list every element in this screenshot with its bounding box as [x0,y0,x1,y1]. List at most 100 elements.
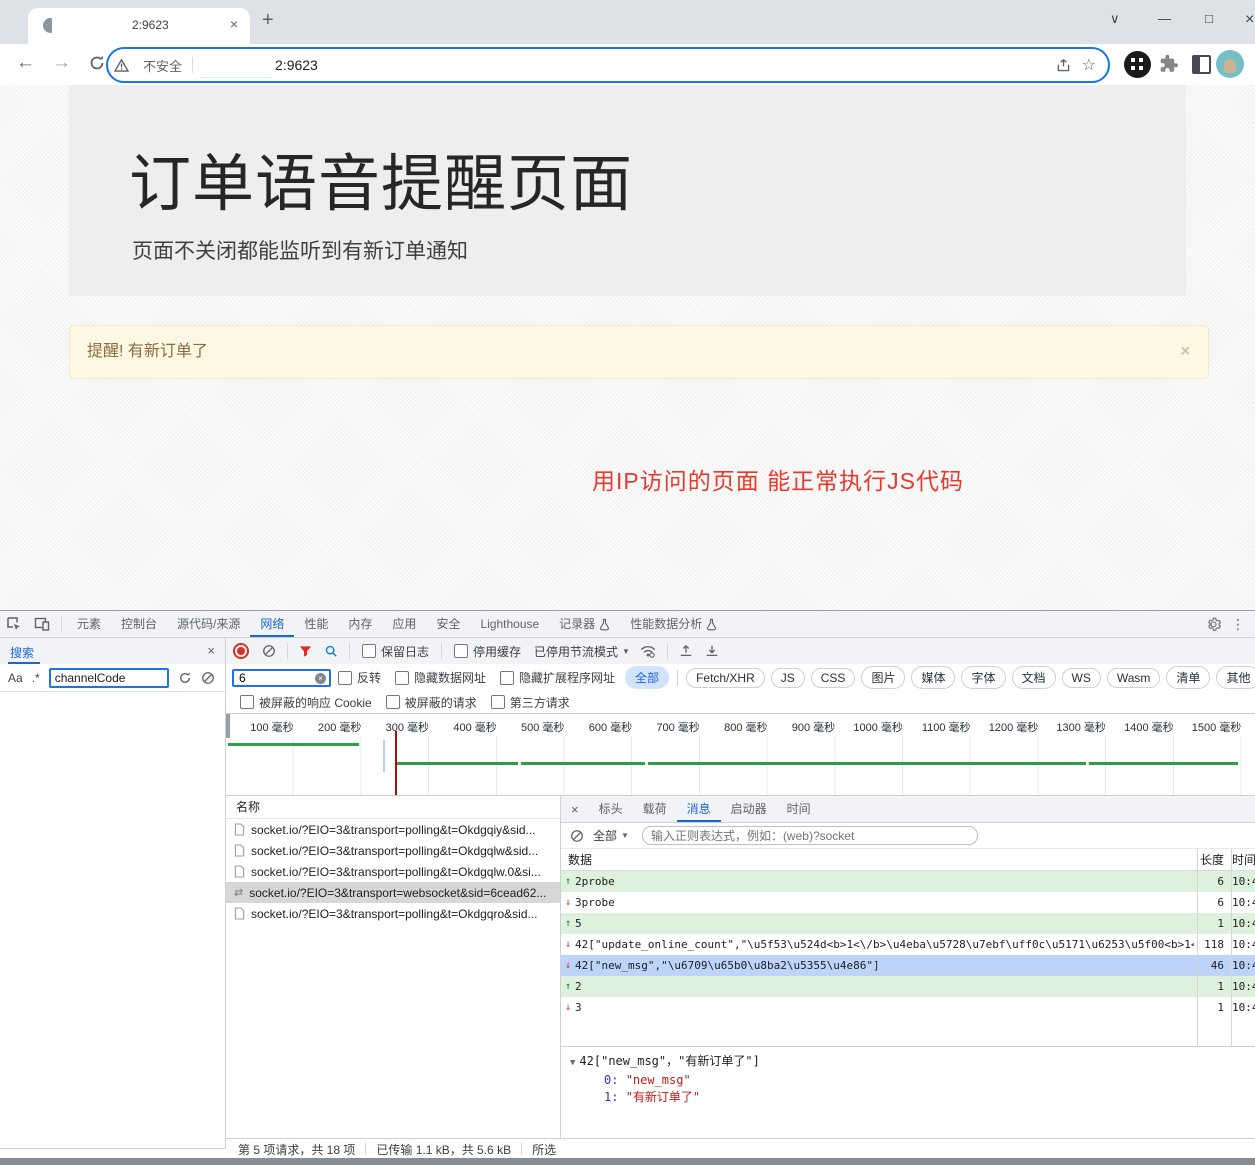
tab-payload[interactable]: 载荷 [633,796,677,822]
invert-checkbox[interactable]: 反转 [338,669,381,686]
type-filter-other[interactable]: 其他 [1216,666,1255,689]
browser-tab[interactable]: 2:9623 × [28,8,250,44]
close-detail-icon[interactable]: × [571,802,579,817]
match-case-button[interactable]: Aa [8,671,23,685]
minimize-button[interactable]: — [1158,11,1171,26]
tree-item[interactable]: 1: "有新订单了" [570,1089,1255,1106]
message-row[interactable]: ↑ 5 1 10:4 [561,913,1255,934]
import-har-icon[interactable] [679,644,693,658]
type-filter-manifest[interactable]: 清单 [1166,666,1210,689]
type-filter-img[interactable]: 图片 [861,666,905,689]
address-bar[interactable]: 不安全 2:9623 ☆ [106,47,1110,83]
hide-extension-urls-checkbox[interactable]: 隐藏扩展程序网址 [500,669,615,686]
throttling-dropdown[interactable]: 已停用节流模式 [534,643,618,660]
network-conditions-icon[interactable] [640,645,656,658]
type-filter-wasm[interactable]: Wasm [1107,668,1161,688]
regex-button[interactable]: .* [32,671,40,685]
device-toolbar-icon[interactable] [34,616,50,632]
alert-close-icon[interactable]: × [1181,326,1190,378]
message-type-dropdown[interactable]: 全部 ▼ [593,827,633,844]
preserve-log-checkbox[interactable]: 保留日志 [362,643,429,660]
settings-gear-icon[interactable] [1206,617,1221,632]
search-network-icon[interactable] [324,644,338,658]
type-filter-doc[interactable]: 文档 [1012,666,1056,689]
share-icon[interactable] [1055,57,1072,74]
type-filter-js[interactable]: JS [771,668,805,688]
refresh-icon[interactable] [178,671,192,685]
request-row[interactable]: socket.io/?EIO=3&transport=polling&t=Okd… [226,861,561,882]
tab-memory[interactable]: 内存 [338,611,382,637]
request-row[interactable]: socket.io/?EIO=3&transport=polling&t=Okd… [226,903,561,924]
type-filter-all[interactable]: 全部 [625,666,669,689]
search-close-icon[interactable]: × [207,643,215,658]
extensions-puzzle-icon[interactable] [1158,52,1180,74]
tab-sources[interactable]: 源代码/来源 [167,611,250,637]
clear-icon[interactable] [201,671,215,685]
back-button[interactable]: ← [16,53,35,73]
type-filter-font[interactable]: 字体 [961,666,1005,689]
request-row[interactable]: socket.io/?EIO=3&transport=polling&t=Okd… [226,840,561,861]
tab-messages[interactable]: 消息 [677,796,721,822]
clear-filter-icon[interactable]: × [315,673,326,684]
bookmark-star-icon[interactable]: ☆ [1082,55,1096,75]
export-har-icon[interactable] [705,644,719,658]
tab-application[interactable]: 应用 [382,611,426,637]
search-tab[interactable]: 搜索 [10,644,34,661]
tab-headers[interactable]: 标头 [589,796,633,822]
type-filter-media[interactable]: 媒体 [911,666,955,689]
column-divider[interactable] [1231,849,1232,1046]
record-icon[interactable] [233,643,249,659]
request-list-header[interactable]: 名称 [226,796,561,819]
message-row[interactable]: ↑ 2 1 10:4 [561,976,1255,997]
type-filter-xhr[interactable]: Fetch/XHR [686,668,765,688]
tab-network[interactable]: 网络 [250,611,294,637]
request-row-selected[interactable]: ⇄ socket.io/?EIO=3&transport=websocket&s… [226,882,561,903]
clear-network-icon[interactable] [262,644,276,658]
close-button[interactable]: × [1245,11,1254,29]
search-input[interactable] [49,668,169,688]
filter-funnel-icon[interactable] [299,645,312,658]
column-divider[interactable] [1197,849,1198,1046]
request-row[interactable]: socket.io/?EIO=3&transport=polling&t=Okd… [226,819,561,840]
type-filter-css[interactable]: CSS [811,668,856,688]
message-row[interactable]: ↓ 3 1 10:4 [561,997,1255,1018]
new-tab-button[interactable]: + [262,9,274,32]
type-filter-ws[interactable]: WS [1062,668,1101,688]
message-row[interactable]: ↓ 42["update_online_count","\u5f53\u524d… [561,934,1255,955]
message-row[interactable]: ↓ 3probe 6 10:4 [561,892,1255,913]
profile-avatar[interactable] [1216,50,1244,78]
col-length[interactable]: 长度 [1194,851,1228,868]
inspect-element-icon[interactable] [6,616,22,632]
disable-cache-checkbox[interactable]: 停用缓存 [454,643,521,660]
tab-security[interactable]: 安全 [426,611,470,637]
tab-timing[interactable]: 时间 [777,796,821,822]
tree-item[interactable]: 0: "new_msg" [570,1072,1255,1089]
tree-root[interactable]: ▼42["new_msg"，"有新订单了"] [570,1053,1255,1072]
regex-filter-input[interactable] [642,826,978,845]
tab-performance-insights[interactable]: 性能数据分析 [620,611,727,637]
col-data[interactable]: 数据 [561,851,1194,868]
third-party-checkbox[interactable]: 第三方请求 [491,694,570,711]
blocked-requests-checkbox[interactable]: 被屏蔽的请求 [386,694,477,711]
network-overview[interactable]: 100 毫秒 200 毫秒 300 毫秒 400 毫秒 500 毫秒 600 毫… [226,714,1255,796]
maximize-button[interactable]: □ [1205,11,1213,26]
extension-icon[interactable] [1124,51,1151,78]
hide-data-urls-checkbox[interactable]: 隐藏数据网址 [395,669,486,686]
message-row[interactable]: ↑ 2probe 6 10:4 [561,871,1255,892]
tab-performance[interactable]: 性能 [294,611,338,637]
clear-messages-icon[interactable] [570,829,584,843]
timeline-handle[interactable] [226,714,230,738]
message-row-selected[interactable]: ↓ 42["new_msg","\u6709\u65b0\u8ba2\u5355… [561,955,1255,976]
tab-console[interactable]: 控制台 [111,611,167,637]
blocked-cookies-checkbox[interactable]: 被屏蔽的响应 Cookie [240,694,372,711]
tab-lighthouse[interactable]: Lighthouse [470,611,549,637]
tab-elements[interactable]: 元素 [67,611,111,637]
more-options-icon[interactable]: ⋮ [1231,616,1245,633]
tab-recorder[interactable]: 记录器 [549,611,620,637]
tab-search-icon[interactable]: ∨ [1110,11,1120,27]
tab-initiator[interactable]: 启动器 [721,796,777,822]
side-panel-icon[interactable] [1192,55,1211,74]
tab-close-icon[interactable]: × [230,16,238,32]
reload-icon[interactable] [88,54,106,72]
col-time[interactable]: 时间 [1228,851,1255,868]
